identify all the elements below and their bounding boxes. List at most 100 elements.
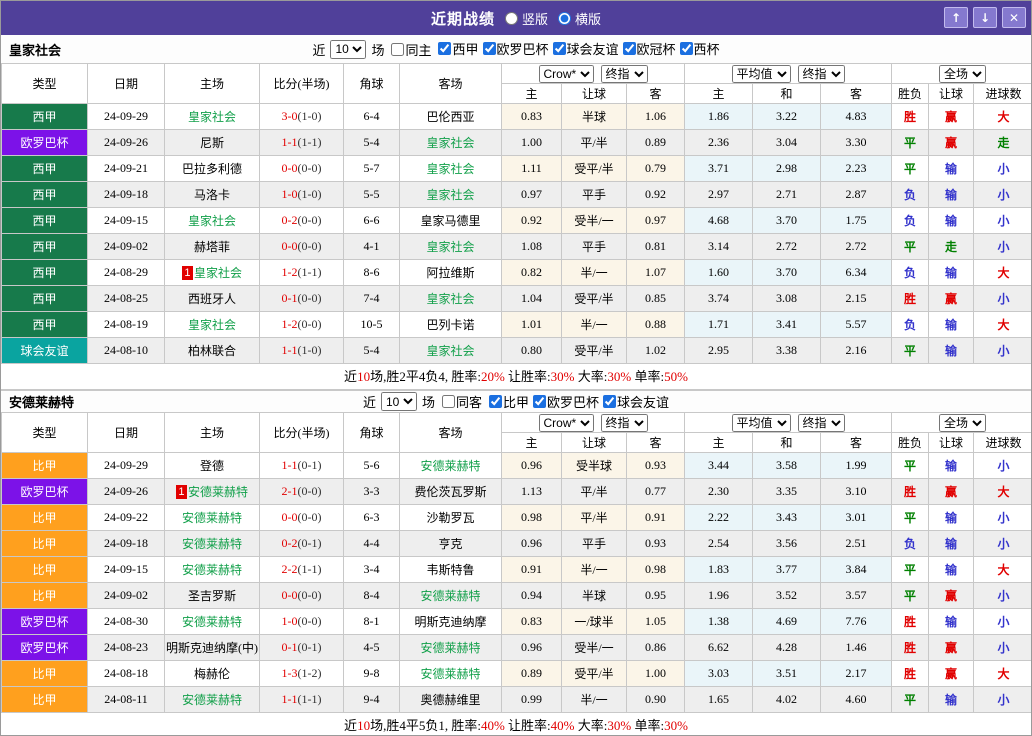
match-row: 西甲24-09-15皇家社会0-2(0-0)6-6皇家马德里0.92受半/一0.… [2, 208, 1032, 234]
crow-home-odds: 0.83 [502, 609, 562, 635]
league-filter-西甲[interactable]: 西甲 [434, 39, 478, 58]
col-score: 比分(半场) [260, 64, 344, 104]
result-wdl: 胜 [892, 479, 929, 505]
move-up-button[interactable]: ↑ [944, 7, 968, 28]
same-venue-filter[interactable]: 同主 [387, 40, 431, 59]
crow-away-odds: 0.95 [627, 583, 685, 609]
same-venue-filter[interactable]: 同客 [438, 392, 482, 411]
league-checkbox[interactable] [489, 395, 502, 408]
crow-home-odds: 1.08 [502, 234, 562, 260]
corner-score: 4-4 [344, 531, 400, 557]
avg-away-odds: 4.83 [821, 104, 892, 130]
league-checkbox[interactable] [483, 42, 496, 55]
home-team-filters: 近 10 场 同主 西甲欧罗巴杯球会友谊欧冠杯西杯 [312, 39, 719, 59]
result-wdl: 平 [892, 338, 929, 364]
crow-home-odds: 1.04 [502, 286, 562, 312]
sub-avg-home: 主 [685, 84, 753, 104]
vertical-radio[interactable] [505, 12, 518, 25]
match-row: 球会友谊24-08-10柏林联合1-1(1-0)5-4皇家社会0.80受平/半1… [2, 338, 1032, 364]
league-filter-比甲[interactable]: 比甲 [485, 392, 529, 411]
away-team: 韦斯特鲁 [400, 557, 502, 583]
league-checkbox[interactable] [680, 42, 693, 55]
recent-count-select[interactable]: 10 [381, 392, 417, 411]
match-score: 0-2(0-0) [260, 208, 344, 234]
league-filter-球会友谊[interactable]: 球会友谊 [549, 39, 619, 58]
avg-draw-odds: 3.38 [753, 338, 821, 364]
average-time-select[interactable]: 终指 [798, 414, 845, 432]
league-checkbox[interactable] [623, 42, 636, 55]
recent-count-select[interactable]: 10 [330, 40, 366, 59]
average-odds-group: 平均值 终指 [685, 413, 892, 433]
col-date: 日期 [88, 64, 165, 104]
away-team: 皇家社会 [400, 182, 502, 208]
average-select[interactable]: 平均值 [732, 65, 791, 83]
match-row: 欧罗巴杯24-09-26尼斯1-1(1-1)5-4皇家社会1.00平/半0.89… [2, 130, 1032, 156]
bookmaker-select[interactable]: Crow* [539, 414, 594, 432]
league-checkbox[interactable] [438, 42, 451, 55]
home-team: 1安德莱赫特 [165, 479, 260, 505]
crow-odds-time-select[interactable]: 终指 [601, 65, 648, 83]
league-checkbox[interactable] [603, 395, 616, 408]
close-button[interactable]: ✕ [1002, 7, 1026, 28]
result-handicap: 走 [929, 234, 974, 260]
same-venue-checkbox[interactable] [391, 43, 404, 56]
crow-home-odds: 0.96 [502, 531, 562, 557]
sub-avg-home: 主 [685, 433, 753, 453]
games-label: 场 [371, 40, 384, 59]
result-handicap: 输 [929, 453, 974, 479]
avg-away-odds: 3.01 [821, 505, 892, 531]
col-away: 客场 [400, 64, 502, 104]
match-row: 比甲24-08-11安德莱赫特1-1(1-1)9-4奥德赫维里0.99半/一0.… [2, 687, 1032, 713]
match-date: 24-08-29 [88, 260, 165, 286]
league-filter-group: 比甲欧罗巴杯球会友谊 [485, 392, 669, 412]
average-time-select[interactable]: 终指 [798, 65, 845, 83]
home-team-name: 皇家社会 [9, 40, 61, 59]
match-date: 24-09-02 [88, 583, 165, 609]
result-wdl: 平 [892, 130, 929, 156]
home-team: 梅赫伦 [165, 661, 260, 687]
same-venue-checkbox[interactable] [442, 395, 455, 408]
league-filter-西杯[interactable]: 西杯 [676, 39, 720, 58]
result-handicap: 输 [929, 557, 974, 583]
result-wdl: 负 [892, 531, 929, 557]
home-team: 登德 [165, 453, 260, 479]
average-odds-group: 平均值 终指 [685, 64, 892, 84]
move-down-button[interactable]: ↓ [973, 7, 997, 28]
match-date: 24-09-29 [88, 453, 165, 479]
league-filter-欧罗巴杯[interactable]: 欧罗巴杯 [529, 392, 599, 411]
league-filter-欧罗巴杯[interactable]: 欧罗巴杯 [479, 39, 549, 58]
match-row: 西甲24-08-25西班牙人0-1(0-0)7-4皇家社会1.04受平/半0.8… [2, 286, 1032, 312]
fulltime-select[interactable]: 全场 [939, 414, 986, 432]
avg-home-odds: 1.83 [685, 557, 753, 583]
league-checkbox[interactable] [533, 395, 546, 408]
crow-handicap: 受平/半 [562, 156, 627, 182]
league-checkbox[interactable] [553, 42, 566, 55]
away-team: 皇家社会 [400, 156, 502, 182]
corner-score: 7-4 [344, 286, 400, 312]
rank-badge: 1 [182, 266, 193, 280]
bookmaker-select[interactable]: Crow* [539, 65, 594, 83]
league-badge: 欧罗巴杯 [2, 479, 88, 505]
col-type: 类型 [2, 413, 88, 453]
league-badge: 比甲 [2, 687, 88, 713]
league-filter-球会友谊[interactable]: 球会友谊 [599, 392, 669, 411]
avg-away-odds: 3.30 [821, 130, 892, 156]
fulltime-select[interactable]: 全场 [939, 65, 986, 83]
crow-away-odds: 1.07 [627, 260, 685, 286]
home-team: 马洛卡 [165, 182, 260, 208]
col-home: 主场 [165, 64, 260, 104]
avg-draw-odds: 4.69 [753, 609, 821, 635]
layout-vertical-option[interactable]: 竖版 [505, 9, 548, 28]
average-select[interactable]: 平均值 [732, 414, 791, 432]
horizontal-radio[interactable] [558, 12, 571, 25]
layout-horizontal-option[interactable]: 横版 [558, 9, 601, 28]
crow-home-odds: 0.94 [502, 583, 562, 609]
recent-results-panel: 近期战绩 竖版 横版 ↑ ↓ ✕ 皇家社会 近 10 场 同主 [0, 0, 1032, 736]
avg-draw-odds: 4.28 [753, 635, 821, 661]
league-filter-欧冠杯[interactable]: 欧冠杯 [619, 39, 676, 58]
avg-draw-odds: 3.58 [753, 453, 821, 479]
result-wdl: 平 [892, 583, 929, 609]
col-home: 主场 [165, 413, 260, 453]
crow-odds-time-select[interactable]: 终指 [601, 414, 648, 432]
home-team: 皇家社会 [165, 104, 260, 130]
